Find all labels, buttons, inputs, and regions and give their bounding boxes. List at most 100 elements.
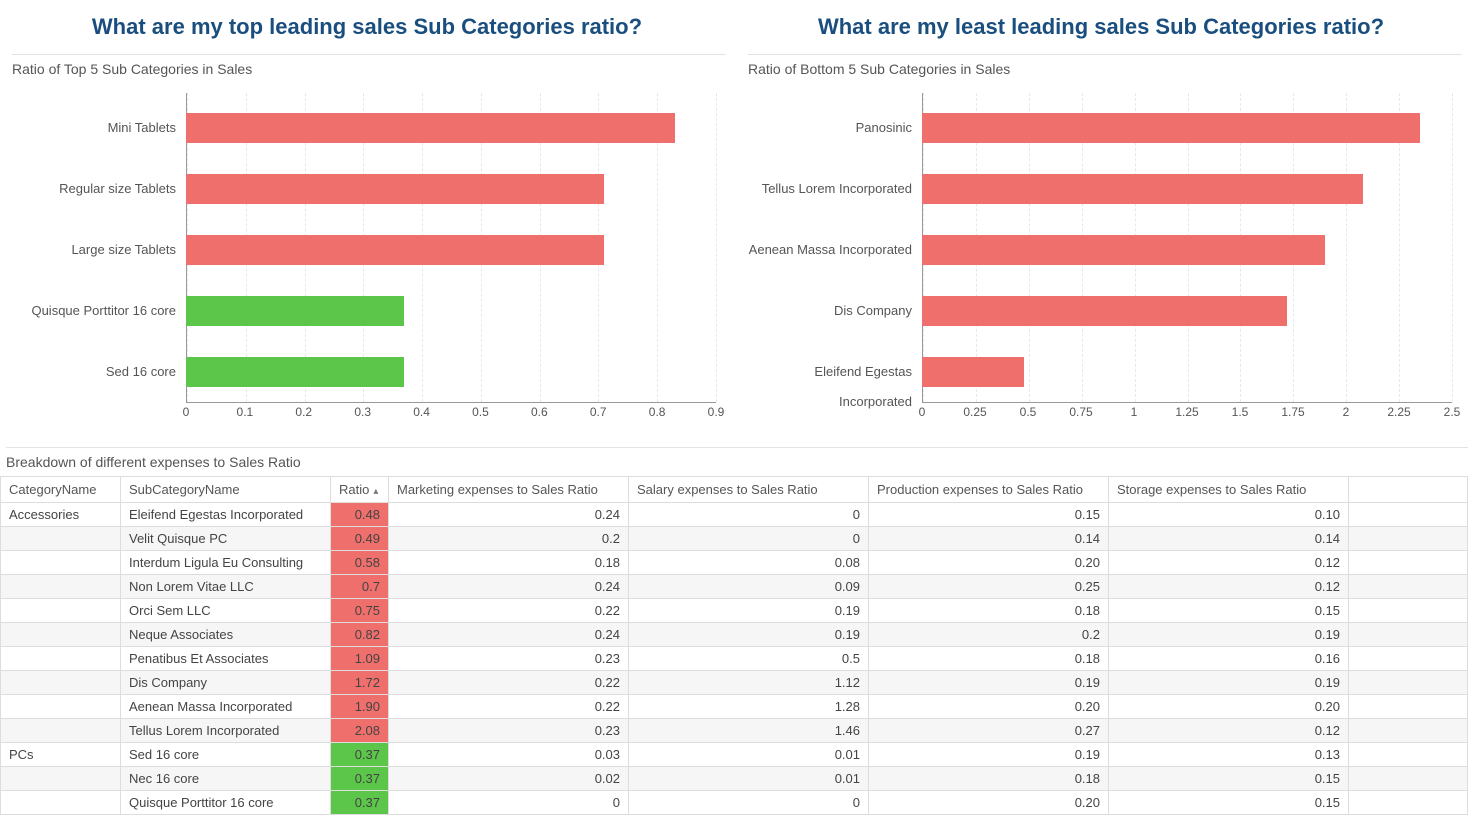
- table-row[interactable]: Penatibus Et Associates1.090.230.50.180.…: [1, 647, 1468, 671]
- cell-subcategory: Dis Company: [121, 671, 331, 695]
- cell-marketing: 0.23: [389, 647, 629, 671]
- table-row[interactable]: Quisque Porttitor 16 core0.37000.200.15: [1, 791, 1468, 815]
- bar[interactable]: [922, 357, 1024, 387]
- bar[interactable]: [922, 113, 1420, 143]
- y-label: Regular size Tablets: [6, 174, 182, 204]
- chart-top5-title: Ratio of Top 5 Sub Categories in Sales: [12, 54, 726, 77]
- page-title-left: What are my top leading sales Sub Catego…: [0, 0, 734, 50]
- bar[interactable]: [186, 357, 404, 387]
- cell-ratio: 0.37: [331, 791, 389, 815]
- cell-storage: 0.19: [1109, 671, 1349, 695]
- x-tick: 0.1: [237, 405, 254, 419]
- y-label: Quisque Porttitor 16 core: [6, 296, 182, 326]
- table-row[interactable]: PCsSed 16 core0.370.030.010.190.13: [1, 743, 1468, 767]
- cell-marketing: 0.2: [389, 527, 629, 551]
- column-header[interactable]: Storage expenses to Sales Ratio: [1109, 477, 1349, 503]
- table-row[interactable]: AccessoriesEleifend Egestas Incorporated…: [1, 503, 1468, 527]
- expenses-table[interactable]: CategoryNameSubCategoryNameRatio▴Marketi…: [0, 476, 1468, 815]
- y-label: Large size Tablets: [6, 235, 182, 265]
- cell-production: 0.27: [869, 719, 1109, 743]
- x-tick: 0.5: [1020, 405, 1037, 419]
- x-tick: 0.3: [354, 405, 371, 419]
- x-tick: 1: [1131, 405, 1138, 419]
- cell-production: 0.14: [869, 527, 1109, 551]
- column-header[interactable]: Salary expenses to Sales Ratio: [629, 477, 869, 503]
- bar[interactable]: [186, 235, 604, 265]
- x-tick: 2.25: [1387, 405, 1410, 419]
- cell-salary: 0.09: [629, 575, 869, 599]
- cell-storage: 0.15: [1109, 767, 1349, 791]
- table-row[interactable]: Interdum Ligula Eu Consulting0.580.180.0…: [1, 551, 1468, 575]
- table-row[interactable]: Nec 16 core0.370.020.010.180.15: [1, 767, 1468, 791]
- column-header[interactable]: SubCategoryName: [121, 477, 331, 503]
- cell-storage: 0.15: [1109, 599, 1349, 623]
- cell-storage: 0.10: [1109, 503, 1349, 527]
- cell-category: [1, 695, 121, 719]
- cell-marketing: 0.22: [389, 671, 629, 695]
- cell-ratio: 1.72: [331, 671, 389, 695]
- cell-ratio: 1.09: [331, 647, 389, 671]
- bar[interactable]: [922, 174, 1363, 204]
- y-label: Panosinic: [742, 113, 918, 143]
- chart-bottom5-panel: Ratio of Bottom 5 Sub Categories in Sale…: [742, 50, 1462, 433]
- cell-subcategory: Sed 16 core: [121, 743, 331, 767]
- bar[interactable]: [922, 235, 1325, 265]
- x-tick: 0.6: [531, 405, 548, 419]
- y-label: Aenean Massa Incorporated: [742, 235, 918, 265]
- table-row[interactable]: Dis Company1.720.221.120.190.19: [1, 671, 1468, 695]
- x-tick: 1.25: [1175, 405, 1198, 419]
- chart-top5[interactable]: 00.10.20.30.40.50.60.70.80.9Mini Tablets…: [6, 83, 726, 433]
- cell-subcategory: Penatibus Et Associates: [121, 647, 331, 671]
- cell-ratio: 0.48: [331, 503, 389, 527]
- table-row[interactable]: Tellus Lorem Incorporated2.080.231.460.2…: [1, 719, 1468, 743]
- column-header[interactable]: Production expenses to Sales Ratio: [869, 477, 1109, 503]
- x-tick: 0.7: [590, 405, 607, 419]
- cell-production: 0.19: [869, 743, 1109, 767]
- table-row[interactable]: Orci Sem LLC0.750.220.190.180.15: [1, 599, 1468, 623]
- cell-subcategory: Interdum Ligula Eu Consulting: [121, 551, 331, 575]
- column-header[interactable]: Marketing expenses to Sales Ratio: [389, 477, 629, 503]
- cell-subcategory: Velit Quisque PC: [121, 527, 331, 551]
- cell-production: 0.20: [869, 551, 1109, 575]
- y-label: Dis Company: [742, 296, 918, 326]
- x-tick: 0.25: [963, 405, 986, 419]
- cell-salary: 0.19: [629, 599, 869, 623]
- cell-storage: 0.20: [1109, 695, 1349, 719]
- table-row[interactable]: Neque Associates0.820.240.190.20.19: [1, 623, 1468, 647]
- bar[interactable]: [186, 296, 404, 326]
- table-row[interactable]: Non Lorem Vitae LLC0.70.240.090.250.12: [1, 575, 1468, 599]
- cell-storage: 0.12: [1109, 575, 1349, 599]
- bar[interactable]: [922, 296, 1287, 326]
- cell-category: [1, 551, 121, 575]
- bar[interactable]: [186, 174, 604, 204]
- cell-ratio: 0.58: [331, 551, 389, 575]
- cell-subcategory: Orci Sem LLC: [121, 599, 331, 623]
- cell-subcategory: Quisque Porttitor 16 core: [121, 791, 331, 815]
- x-tick: 0.5: [472, 405, 489, 419]
- cell-salary: 0.5: [629, 647, 869, 671]
- x-tick: 1.5: [1232, 405, 1249, 419]
- x-tick: 0.9: [708, 405, 725, 419]
- bar[interactable]: [186, 113, 675, 143]
- cell-storage: 0.15: [1109, 791, 1349, 815]
- column-header[interactable]: CategoryName: [1, 477, 121, 503]
- cell-category: [1, 791, 121, 815]
- cell-storage: 0.12: [1109, 719, 1349, 743]
- x-tick: 0.75: [1069, 405, 1092, 419]
- chart-bottom5-title: Ratio of Bottom 5 Sub Categories in Sale…: [748, 54, 1462, 77]
- cell-salary: 0: [629, 527, 869, 551]
- cell-marketing: 0.24: [389, 503, 629, 527]
- cell-marketing: 0.24: [389, 575, 629, 599]
- cell-marketing: 0.18: [389, 551, 629, 575]
- sort-asc-icon: ▴: [373, 486, 378, 497]
- cell-marketing: 0.22: [389, 695, 629, 719]
- cell-production: 0.25: [869, 575, 1109, 599]
- x-tick: 0.4: [413, 405, 430, 419]
- cell-storage: 0.16: [1109, 647, 1349, 671]
- cell-category: [1, 599, 121, 623]
- chart-bottom5[interactable]: 00.250.50.7511.251.51.7522.252.5Panosini…: [742, 83, 1462, 433]
- table-row[interactable]: Velit Quisque PC0.490.200.140.14: [1, 527, 1468, 551]
- column-header[interactable]: Ratio▴: [331, 477, 389, 503]
- table-row[interactable]: Aenean Massa Incorporated1.900.221.280.2…: [1, 695, 1468, 719]
- cell-ratio: 1.90: [331, 695, 389, 719]
